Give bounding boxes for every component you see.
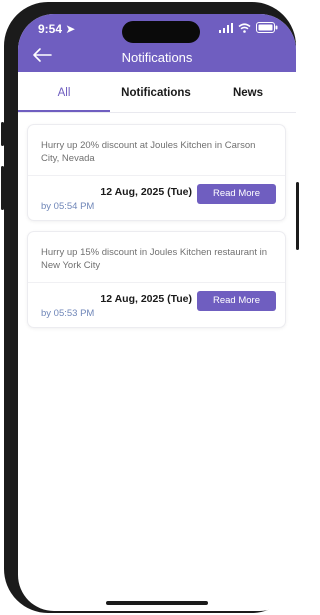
notification-card[interactable]: Hurry up 15% discount in Joules Kitchen … (27, 231, 286, 328)
notification-text: Hurry up 20% discount at Joules Kitchen … (41, 140, 256, 164)
screen: 9:54 ➤ Notifications All Notifications N… (18, 14, 296, 611)
tab-all[interactable]: All (18, 72, 110, 112)
app-header: 9:54 ➤ Notifications (18, 14, 296, 72)
notification-text: Hurry up 15% discount in Joules Kitchen … (41, 247, 268, 271)
tab-notifications[interactable]: Notifications (110, 72, 202, 112)
status-time: 9:54 ➤ (38, 22, 75, 36)
dynamic-island (122, 21, 200, 43)
battery-icon (256, 22, 278, 36)
phone-frame: 9:54 ➤ Notifications All Notifications N… (4, 2, 296, 613)
status-icons (219, 22, 278, 36)
status-time-text: 9:54 (38, 22, 63, 36)
card-divider (28, 282, 285, 283)
notification-date: 12 Aug, 2025 (Tue) (100, 186, 192, 198)
notification-time: by 05:53 PM (41, 308, 95, 319)
notification-time: by 05:54 PM (41, 201, 95, 212)
tab-news[interactable]: News (202, 72, 294, 112)
location-arrow-icon: ➤ (65, 22, 76, 36)
notification-card[interactable]: Hurry up 20% discount at Joules Kitchen … (27, 124, 286, 221)
active-tab-indicator (18, 110, 110, 112)
side-button-right (296, 182, 299, 250)
notification-date: 12 Aug, 2025 (Tue) (100, 293, 192, 305)
page-title: Notifications (121, 50, 193, 65)
read-more-button[interactable]: Read More (197, 184, 276, 204)
signal-icon (219, 22, 233, 36)
card-divider (28, 175, 285, 176)
read-more-button[interactable]: Read More (197, 291, 276, 311)
wifi-icon (238, 22, 251, 36)
tab-bar: All Notifications News (18, 72, 296, 113)
home-indicator[interactable] (106, 601, 208, 605)
